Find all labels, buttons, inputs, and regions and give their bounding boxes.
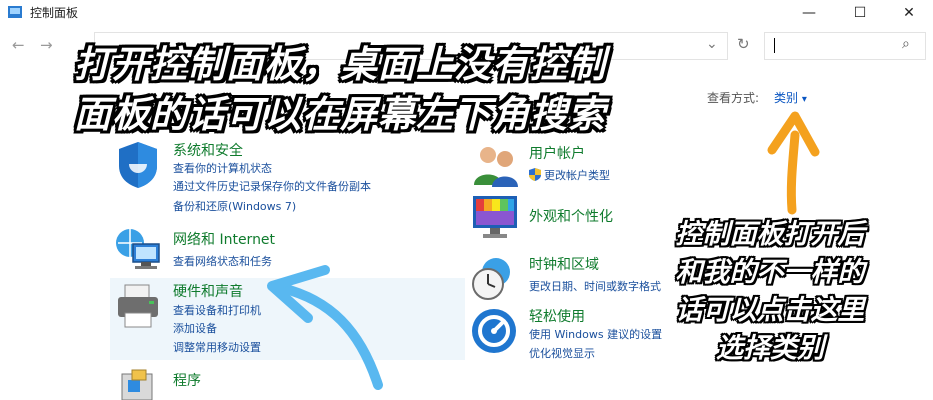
link-date-time-format[interactable]: 更改日期、时间或数字格式 — [529, 278, 661, 296]
search-icon: ⌕ — [902, 36, 910, 52]
link-network-status[interactable]: 查看网络状态和任务 — [173, 253, 272, 271]
maximize-button[interactable]: ☐ — [837, 0, 883, 26]
link-windows-recommended[interactable]: 使用 Windows 建议的设置 — [529, 326, 662, 344]
minimize-button[interactable]: — — [786, 0, 832, 26]
close-button[interactable]: ✕ — [886, 0, 932, 26]
link-devices-printers[interactable]: 查看设备和打印机 — [173, 302, 261, 320]
view-mode-label: 查看方式: — [707, 91, 760, 105]
annotation-side-line1: 控制面板打开后 — [675, 219, 865, 250]
address-dropdown-icon[interactable]: ⌄ — [706, 36, 718, 52]
window-title: 控制面板 — [30, 6, 79, 20]
uac-shield-icon — [529, 168, 541, 181]
annotation-side-line4: 选择类别 — [716, 333, 824, 364]
monitor-color-icon — [473, 196, 517, 238]
link-mobility-settings[interactable]: 调整常用移动设置 — [173, 339, 261, 357]
annotation-side-line2: 和我的不一样的 — [675, 257, 865, 288]
category-title-user-accounts[interactable]: 用户帐户 — [529, 143, 585, 163]
link-add-device[interactable]: 添加设备 — [173, 320, 217, 338]
category-title-programs[interactable]: 程序 — [173, 370, 201, 390]
annotation-main-line2: 面板的话可以在屏幕左下角搜索 — [74, 93, 606, 136]
category-title-hardware-sound[interactable]: 硬件和声音 — [173, 281, 243, 301]
link-backup-restore[interactable]: 备份和还原(Windows 7) — [173, 198, 296, 216]
view-mode-select[interactable]: 类别 ▾ — [774, 89, 807, 106]
users-icon — [474, 147, 518, 187]
annotation-side-text: 控制面板打开后 和我的不一样的 话可以点击这里 选择类别 — [650, 216, 890, 368]
refresh-icon[interactable]: ↻ — [737, 35, 750, 53]
link-file-history[interactable]: 通过文件历史记录保存你的文件备份副本 — [173, 178, 371, 196]
printer-icon — [118, 284, 158, 328]
link-optimize-display[interactable]: 优化视觉显示 — [529, 345, 595, 363]
category-title-ease-of-access[interactable]: 轻松使用 — [529, 306, 585, 326]
annotation-main-line1: 打开控制面板，桌面上没有控制 — [74, 43, 606, 86]
category-title-appearance[interactable]: 外观和个性化 — [529, 206, 613, 226]
ease-of-access-icon — [472, 309, 516, 353]
link-change-account-type[interactable]: 更改帐户类型 — [544, 167, 610, 185]
clock-globe-icon — [472, 258, 510, 300]
category-title-network[interactable]: 网络和 Internet — [173, 229, 275, 249]
hover-highlight — [110, 278, 465, 360]
network-globe-icon — [116, 229, 160, 269]
text-caret — [774, 38, 775, 53]
view-mode-value: 类别 — [774, 91, 799, 105]
orange-arrow-icon — [767, 111, 820, 215]
back-icon[interactable]: ← — [12, 36, 25, 54]
programs-icon — [121, 369, 153, 400]
chevron-down-icon: ▾ — [801, 94, 807, 105]
forward-icon[interactable]: → — [40, 36, 53, 54]
control-panel-icon — [8, 6, 22, 18]
link-view-computer-status[interactable]: 查看你的计算机状态 — [173, 160, 272, 178]
shield-icon — [119, 142, 157, 188]
annotation-side-line3: 话可以点击这里 — [675, 295, 865, 326]
category-title-clock-region[interactable]: 时钟和区域 — [529, 254, 599, 274]
category-title-system-security[interactable]: 系统和安全 — [173, 140, 243, 160]
